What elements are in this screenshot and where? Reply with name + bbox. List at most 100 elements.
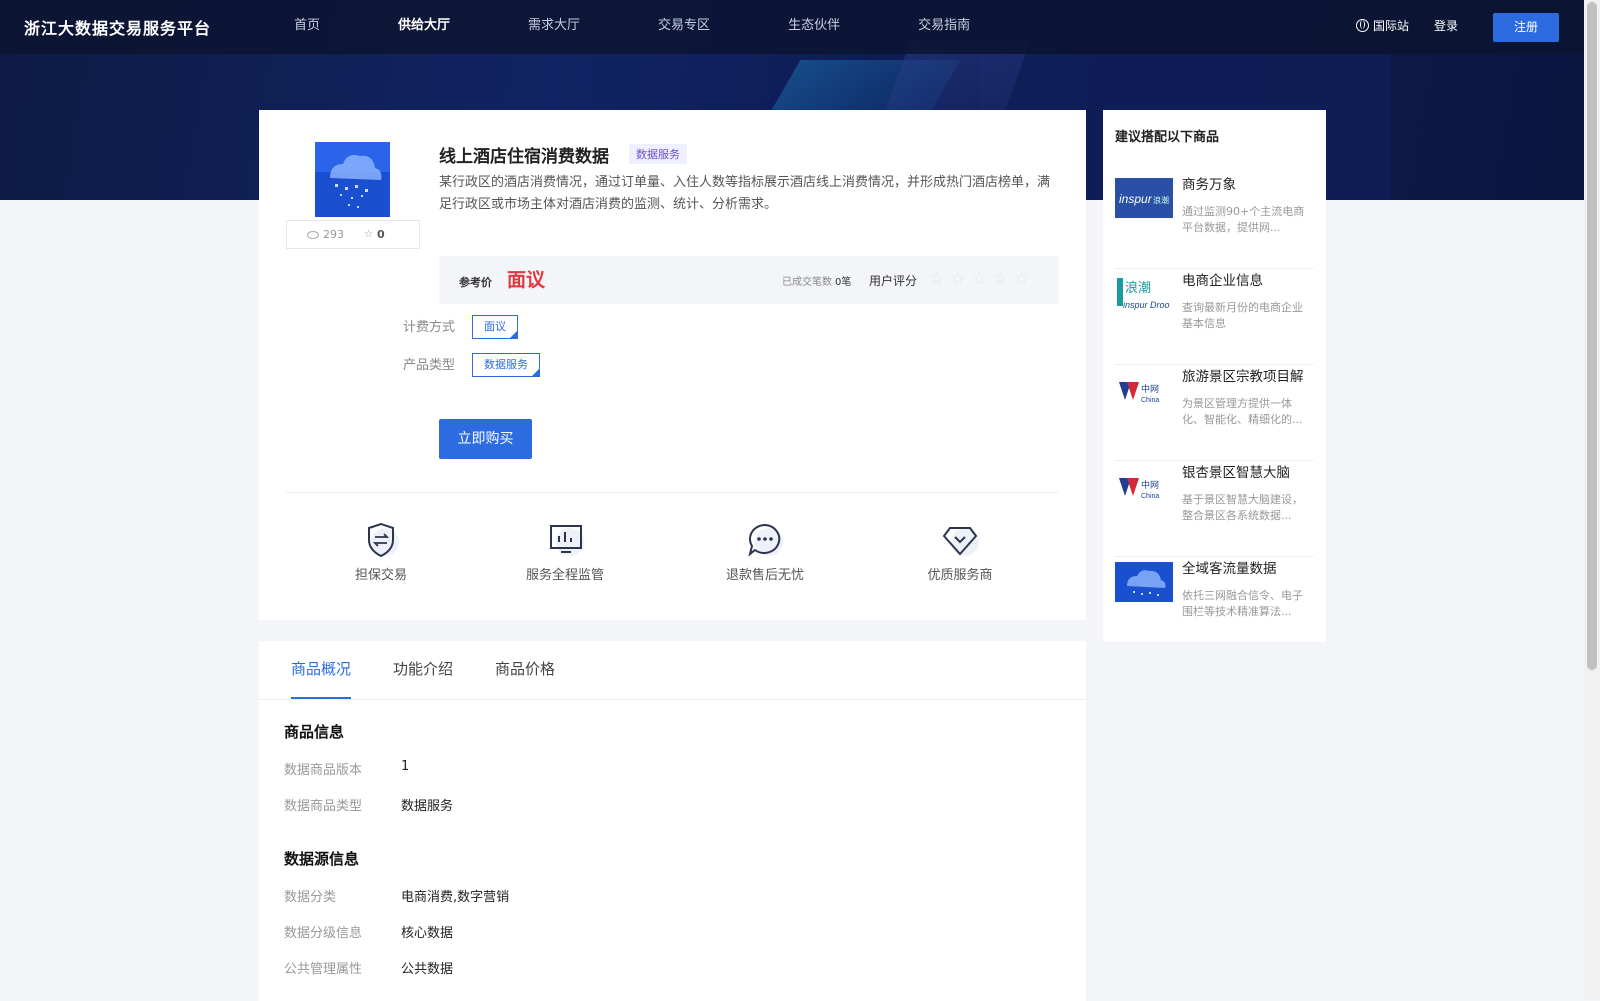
rating-label: 用户评分: [869, 274, 918, 288]
recommendation-name: 商务万象: [1182, 177, 1236, 193]
price-label: 参考价: [459, 276, 492, 289]
star-icon: ☆: [929, 269, 945, 289]
grade-label: 数据分级信息: [284, 926, 363, 941]
top-navbar: 浙江大数据交易服务平台 首页 供给大厅 需求大厅 交易专区 生态伙伴 交易指南 …: [0, 0, 1584, 54]
feature-refund: 退款售后无忧: [700, 520, 830, 583]
svg-text:中网: 中网: [1141, 479, 1159, 490]
detail-tabs: 商品概况 功能介绍 商品价格: [291, 641, 597, 699]
svg-text:China: China: [1141, 397, 1159, 404]
star-icon: ☆: [950, 269, 966, 289]
recommendation-item[interactable]: 中网 China 银杏景区智慧大脑 基于景区智慧大脑建设，整合景区各系统数据...: [1115, 464, 1314, 557]
globe-icon: [1356, 19, 1369, 32]
svg-text:inspur: inspur: [1119, 192, 1153, 206]
product-stats: 293 ☆ 0: [286, 220, 420, 249]
tab-pricing[interactable]: 商品价格: [495, 641, 555, 699]
product-title: 线上酒店住宿消费数据: [439, 147, 609, 167]
scrollbar-thumb[interactable]: [1587, 2, 1597, 670]
price-value: 面议: [507, 269, 546, 291]
chat-bubble-icon: [745, 520, 785, 560]
product-type-label: 产品类型: [403, 358, 456, 373]
feature-label: 退款售后无忧: [725, 568, 804, 583]
recommendation-logo: 中网 China: [1115, 466, 1173, 506]
category-value: 电商消费,数字营销: [401, 890, 510, 905]
shield-exchange-icon: [361, 520, 401, 560]
recommendation-desc: 基于景区智慧大脑建设，整合景区各系统数据...: [1182, 493, 1303, 522]
svg-text:China: China: [1141, 493, 1159, 500]
site-logo[interactable]: 浙江大数据交易服务平台: [24, 15, 211, 39]
feature-guarantee: 担保交易: [316, 520, 446, 583]
category-label: 数据分类: [284, 890, 337, 905]
recommendation-name: 电商企业信息: [1182, 273, 1263, 289]
recommendation-item[interactable]: 中网 China 旅游景区宗教项目解 为景区管理方提供一体化、智能化、精细化的..…: [1115, 368, 1314, 461]
recommendations-title: 建议搭配以下商品: [1115, 130, 1220, 145]
recommendation-desc: 依托三网融合信令、电子围栏等技术精准算法...: [1182, 589, 1303, 618]
star-icon: ☆: [1014, 269, 1030, 289]
recommendation-item[interactable]: inspur 浪潮 商务万象 通过监测90+个主流电商平台数据，提供网...: [1115, 176, 1314, 269]
tab-overview[interactable]: 商品概况: [291, 641, 352, 699]
recommendation-item[interactable]: 全域客流量数据 依托三网融合信令、电子围栏等技术精准算法...: [1115, 560, 1314, 652]
nav-demand-hall[interactable]: 需求大厅: [528, 0, 580, 54]
deals-value: 0笔: [835, 277, 852, 288]
nav-home[interactable]: 首页: [294, 0, 320, 54]
recommendation-logo: 浪潮 inspur Droo: [1115, 274, 1173, 314]
version-label: 数据商品版本: [284, 763, 363, 778]
svg-text:inspur Droo: inspur Droo: [1123, 300, 1170, 310]
svg-text:浪潮: 浪潮: [1125, 280, 1151, 295]
star-icon: ☆: [364, 229, 373, 240]
international-site-link[interactable]: 国际站: [1356, 17, 1409, 34]
product-type-label: 数据商品类型: [284, 799, 363, 814]
recommendation-item[interactable]: 浪潮 inspur Droo 电商企业信息 查询最新月份的电商企业基本信息: [1115, 272, 1314, 365]
nav-partners[interactable]: 生态伙伴: [788, 0, 840, 54]
international-site-label: 国际站: [1373, 19, 1410, 33]
svg-text:浪潮: 浪潮: [1153, 195, 1169, 205]
recommendations-panel: 建议搭配以下商品 inspur 浪潮 商务万象 通过监测90+个主流电商平台数据，…: [1103, 110, 1326, 642]
tab-features[interactable]: 功能介绍: [393, 641, 453, 699]
buy-now-button[interactable]: 立即购买: [439, 419, 532, 459]
recommendation-name: 旅游景区宗教项目解: [1182, 369, 1304, 385]
register-button[interactable]: 注册: [1493, 13, 1559, 42]
recommendation-desc: 通过监测90+个主流电商平台数据，提供网...: [1182, 205, 1305, 234]
recommendation-logo: [1115, 562, 1173, 602]
divider: [286, 492, 1058, 493]
section-title-product-info: 商品信息: [284, 723, 345, 741]
nav-supply-hall[interactable]: 供给大厅: [398, 0, 450, 54]
tabs-divider: [259, 699, 1086, 700]
main-nav: 首页 供给大厅 需求大厅 交易专区 生态伙伴 交易指南: [294, 0, 1048, 54]
eye-icon: [307, 230, 319, 239]
favorites-stat[interactable]: ☆ 0: [364, 228, 385, 241]
recommendation-name: 全域客流量数据: [1182, 561, 1277, 577]
product-type-value: 数据服务: [401, 799, 454, 814]
product-type-option[interactable]: 数据服务: [472, 353, 540, 377]
nav-trade-zone[interactable]: 交易专区: [658, 0, 710, 54]
product-image: [315, 142, 390, 217]
public-attribute-label: 公共管理属性: [284, 962, 363, 977]
recommendation-desc: 为景区管理方提供一体化、智能化、精细化的...: [1182, 397, 1303, 426]
nav-guide[interactable]: 交易指南: [918, 0, 970, 54]
monitor-chart-icon: [545, 520, 585, 560]
page-scrollbar[interactable]: [1584, 0, 1600, 1000]
views-stat: 293: [307, 228, 344, 241]
product-description: 某行政区的酒店消费情况，通过订单量、入住人数等指标展示酒店线上消费情况，并形成热…: [439, 175, 1051, 212]
recommendation-logo: inspur 浪潮: [1115, 178, 1173, 218]
recommendation-logo: 中网 China: [1115, 370, 1173, 410]
deals-label: 已成交笔数: [782, 277, 832, 288]
star-icon: ☆: [992, 269, 1008, 289]
feature-label: 优质服务商: [927, 568, 993, 583]
svg-text:中网: 中网: [1141, 383, 1159, 394]
feature-supervision: 服务全程监管: [500, 520, 630, 583]
billing-label: 计费方式: [403, 320, 456, 335]
star-icon: ☆: [971, 269, 987, 289]
feature-label: 服务全程监管: [525, 568, 604, 583]
views-count: 293: [323, 228, 344, 241]
product-type-badge: 数据服务: [629, 144, 687, 164]
diamond-icon: [940, 520, 980, 560]
feature-label: 担保交易: [354, 568, 407, 583]
login-link[interactable]: 登录: [1434, 17, 1458, 34]
favorites-count: 0: [376, 228, 385, 241]
price-panel: 参考价 面议 已成交笔数 0笔 用户评分 ☆ ☆ ☆ ☆ ☆: [439, 256, 1059, 304]
billing-option[interactable]: 面议: [472, 315, 518, 339]
recommendation-name: 银杏景区智慧大脑: [1182, 465, 1290, 481]
feature-quality-provider: 优质服务商: [895, 520, 1025, 583]
product-card: 293 ☆ 0 线上酒店住宿消费数据 数据服务 某行政区的酒店消费情况，通过订单…: [259, 110, 1086, 620]
rating-stars: ☆ ☆ ☆ ☆ ☆: [929, 269, 1035, 289]
